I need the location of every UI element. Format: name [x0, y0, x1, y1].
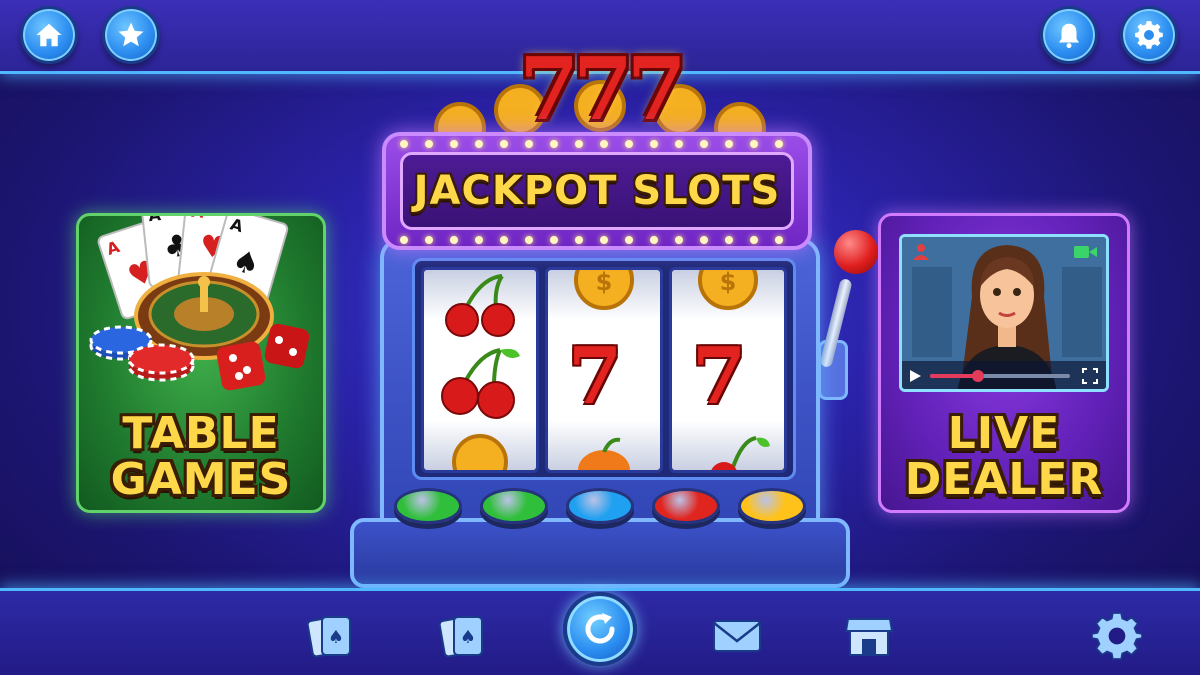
live-dealer-title-line2: DEALER: [904, 454, 1104, 505]
svg-text:$: $: [720, 270, 737, 296]
marquee-bulb: [775, 236, 783, 244]
marquee-bulb: [775, 140, 783, 148]
marquee-bulb: [550, 140, 558, 148]
marquee-bulb: [425, 140, 433, 148]
marquee-bulb: [700, 236, 708, 244]
marquee-bulb: [525, 236, 533, 244]
marquee-bulb: [700, 140, 708, 148]
marquee-bulb: [450, 236, 458, 244]
marquee-bulb: [650, 236, 658, 244]
table-games-title-line2: GAMES: [110, 454, 292, 505]
jackpot-slot-machine[interactable]: 777 $ 7 $ 7 JACKPOT SLOTS: [340, 39, 878, 588]
play-icon[interactable]: [908, 369, 922, 383]
reel-window: $ 7 $ 7: [412, 258, 796, 480]
reel-3-seven: 7: [692, 331, 747, 422]
reel-1: [421, 267, 539, 473]
blue-button[interactable]: [566, 488, 634, 524]
video-camera-icon: [1074, 246, 1097, 258]
spin-refresh-button[interactable]: [563, 592, 637, 666]
marquee-bulb: [625, 236, 633, 244]
marquee-bulb: [600, 140, 608, 148]
card-spade-icon[interactable]: ♠: [438, 611, 488, 661]
video-progress-track[interactable]: [930, 370, 1070, 382]
marquee-bulb: [475, 236, 483, 244]
machine-base: [350, 518, 850, 588]
favorites-button[interactable]: [102, 6, 160, 64]
marquee-bulb: [400, 140, 408, 148]
marquee-bulb: [725, 140, 733, 148]
green-button-2[interactable]: [480, 488, 548, 524]
marquee-bulb: [425, 236, 433, 244]
marquee-bulb: [500, 236, 508, 244]
yellow-button[interactable]: [738, 488, 806, 524]
marquee-bulb: [725, 236, 733, 244]
svg-text:A: A: [147, 216, 162, 225]
reel-2: $ 7: [545, 267, 663, 473]
table-games-art: A ♥ A ♣ A ♥ A ♠: [89, 216, 310, 391]
marquee-bulb: [550, 236, 558, 244]
reel-3: $ 7: [669, 267, 787, 473]
table-games-title-line1: TABLE: [122, 408, 280, 459]
refresh-icon: [585, 613, 615, 644]
red-button[interactable]: [652, 488, 720, 524]
live-dealer-title-line1: LIVE: [947, 408, 1061, 459]
marquee-bulb: [675, 140, 683, 148]
notifications-button[interactable]: [1040, 6, 1098, 64]
marquee-bulb: [575, 236, 583, 244]
star-icon: [118, 22, 144, 47]
marquee-bulb: [575, 140, 583, 148]
bell-icon: [1059, 23, 1079, 49]
marquee-bulb: [475, 140, 483, 148]
marquee-bulb: [450, 140, 458, 148]
video-progress-knob[interactable]: [972, 370, 984, 382]
green-button-1[interactable]: [394, 488, 462, 524]
marquee-bulb: [600, 236, 608, 244]
marquee-bulb: [525, 140, 533, 148]
cards-icon[interactable]: ♠: [306, 611, 356, 661]
live-video-preview[interactable]: [899, 234, 1109, 392]
machine-body: $ 7 $ 7: [380, 238, 820, 528]
marquee-bulb: [650, 140, 658, 148]
settings-button[interactable]: [1120, 6, 1178, 64]
reel-2-seven: 7: [568, 331, 623, 422]
marquee-bulb: [750, 236, 758, 244]
svg-text:♠: ♠: [460, 627, 476, 648]
jackpot-title: JACKPOT SLOTS: [413, 168, 781, 214]
gear-icon[interactable]: [1092, 611, 1142, 661]
gear-icon: [1135, 21, 1163, 49]
svg-text:$: $: [596, 270, 613, 296]
cherry-icon: [441, 274, 520, 470]
lever-knob[interactable]: [834, 230, 878, 274]
home-button[interactable]: [20, 6, 78, 64]
svg-text:♠: ♠: [328, 627, 344, 648]
marquee-bulb: [675, 236, 683, 244]
marquee-bulb: [400, 236, 408, 244]
user-icon: [913, 244, 929, 260]
jackpot-sign: JACKPOT SLOTS: [382, 132, 812, 250]
topper-777-text: 777: [519, 39, 687, 140]
jackpot-sign-panel: JACKPOT SLOTS: [400, 152, 794, 230]
live-dealer-panel[interactable]: LIVE DEALER: [878, 213, 1130, 513]
home-icon: [36, 23, 62, 47]
shop-icon[interactable]: [844, 611, 894, 661]
marquee-bulb: [750, 140, 758, 148]
video-progress-fill: [930, 374, 975, 378]
marquee-bulb: [500, 140, 508, 148]
fullscreen-icon[interactable]: [1082, 368, 1098, 384]
video-controls: [902, 361, 1106, 389]
mail-icon[interactable]: [712, 611, 762, 661]
marquee-bulb: [625, 140, 633, 148]
table-games-panel[interactable]: A ♥ A ♣ A ♥ A ♠ T: [76, 213, 326, 513]
